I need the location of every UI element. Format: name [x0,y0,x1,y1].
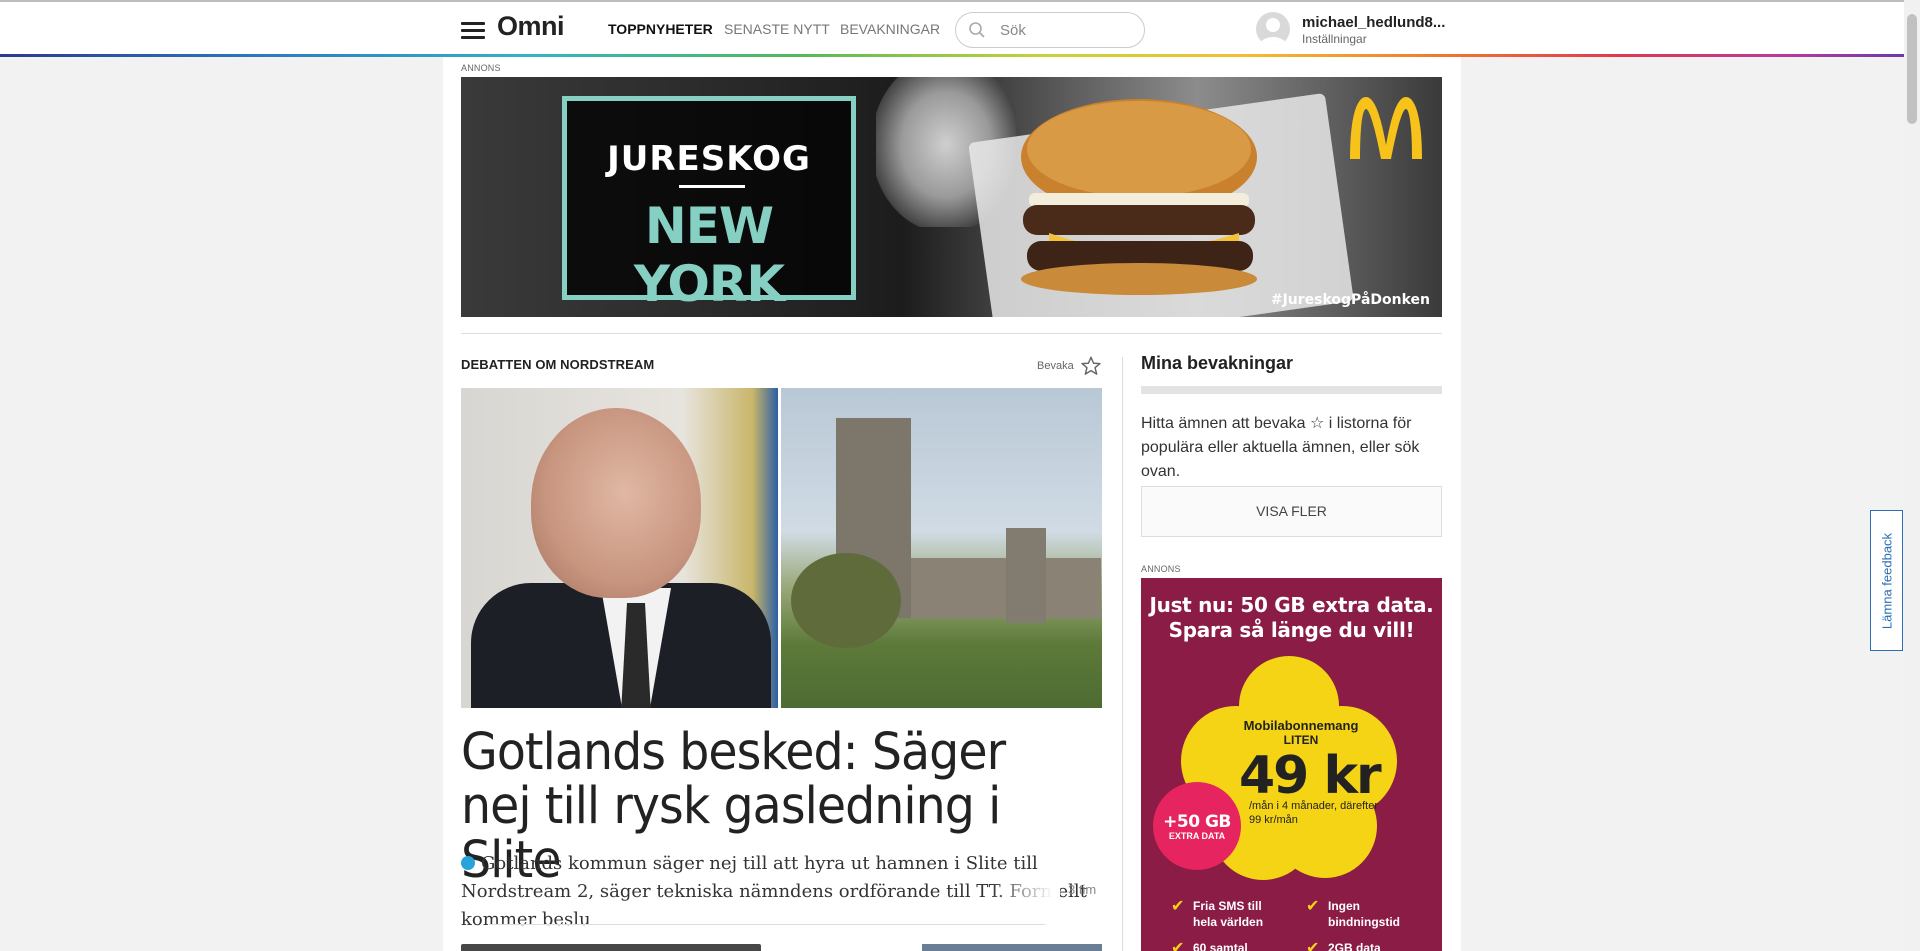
ad-label: ANNONS [461,63,501,73]
site-header: Omni TOPPNYHETER SENASTE NYTT BEVAKNINGA… [0,2,1904,54]
nav-senaste-nytt[interactable]: SENASTE NYTT [724,21,830,37]
search-input[interactable] [998,19,1132,41]
photo-tower-small [1006,528,1046,623]
omni-logo[interactable]: Omni [497,11,565,42]
ad-hashtag: #JureskogPåDonken [1270,292,1430,308]
column-separator [1122,357,1123,951]
sidebar-help-text: Hitta ämnen att bevaka ☆ i listorna för … [1141,415,1420,480]
feedback-label: Lämna feedback [1879,532,1894,629]
next-article-thumbnail[interactable] [922,944,1102,951]
article-hero-image[interactable] [461,388,1102,708]
nav-bevakningar[interactable]: BEVAKNINGAR [840,21,940,37]
sidebar-ad-headline-1: Just nu: 50 GB extra data. [1149,593,1434,617]
divider [461,333,1442,334]
divider [489,924,1045,925]
feature-item: 2GB data [1328,941,1381,951]
check-icon: ✔ [1306,940,1320,951]
check-icon: ✔ [1171,898,1185,915]
burger-image [1021,99,1257,295]
extra-data-amount: +50 GB [1163,812,1231,832]
plan-name: Mobilabonnemang [1243,718,1359,733]
search-box[interactable] [955,12,1145,48]
feature-item: Ingen bindningstid [1328,899,1400,929]
user-name[interactable]: michael_hedlund8... [1302,14,1445,31]
feature-item: Fria SMS till hela världen [1193,899,1264,929]
lede-fade [990,878,1060,906]
hero-right-photo [781,388,1102,708]
avatar[interactable] [1256,12,1290,46]
mcdonalds-logo-icon [1350,97,1422,159]
article-topic[interactable]: DEBATTEN OM NORDSTREAM [461,357,654,372]
search-icon [969,22,985,38]
settings-link[interactable]: Inställningar [1302,32,1367,46]
sidebar-title-bar [1141,386,1442,394]
sidebar-ad-headline: Just nu: 50 GB extra data. Spara så läng… [1141,593,1442,643]
star-icon[interactable] [1080,355,1102,377]
user-icon [1259,18,1287,46]
photo-wall [901,558,1101,618]
feature-item: 60 samtal [1193,941,1248,951]
ad-line-2: NEW YORK [633,197,785,313]
check-icon: ✔ [1171,940,1185,951]
ad-label: ANNONS [1141,564,1181,574]
live-dot-icon [461,856,475,870]
hero-left-photo [461,388,778,708]
plan-size: LITEN [1283,733,1319,747]
page-scrollbar[interactable] [1904,0,1920,951]
show-more-button[interactable]: VISA FLER [1141,486,1442,537]
sidebar-title: Mina bevakningar [1141,353,1294,373]
article-time: 3 tim [1068,882,1097,897]
sidebar-ad-headline-2: Spara så länge du vill! [1168,618,1415,642]
nav-toppnyheter[interactable]: TOPPNYHETER [608,21,713,37]
sidebar-ad[interactable]: Just nu: 50 GB extra data. Spara så läng… [1141,578,1442,951]
top-banner-ad[interactable]: JURESKOG NEW YORK #JureskogPåDonken [461,77,1442,317]
scrollbar-thumb[interactable] [1907,14,1917,124]
ad-text-box: JURESKOG NEW YORK [562,96,856,313]
follow-label[interactable]: Bevaka [1037,360,1074,372]
next-article-title[interactable] [461,944,761,951]
check-icon: ✔ [1306,898,1320,915]
photo-tree [791,553,901,648]
plan-terms: /mån i 4 månader, därefter 99 kr/mån [1249,800,1379,826]
extra-data-text: EXTRA DATA [1168,831,1226,841]
plan-price: 49 kr [1239,746,1382,806]
ad-divider [679,185,745,188]
ad-line-1: JURESKOG [607,139,811,179]
feedback-tab[interactable]: Lämna feedback [1870,510,1903,651]
menu-icon[interactable] [461,22,485,40]
photo-head [531,408,701,598]
